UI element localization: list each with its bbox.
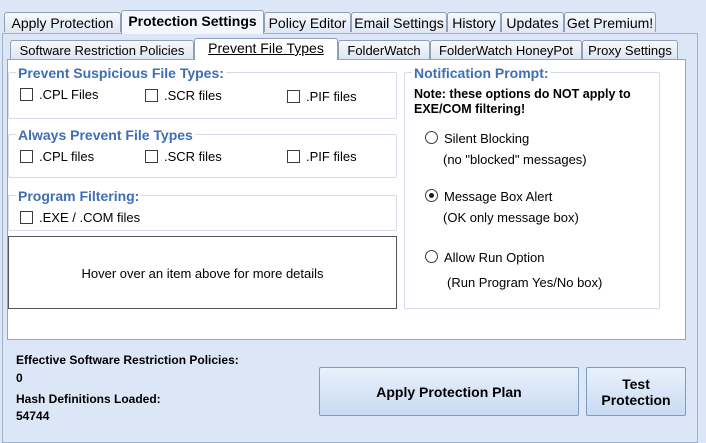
always-cpl-checkbox[interactable]: .CPL files <box>20 149 94 164</box>
silent-blocking-desc: (no "blocked" messages) <box>443 152 587 167</box>
checkbox-box[interactable] <box>20 211 33 224</box>
policies-value: 0 <box>16 371 23 385</box>
radio-label: Silent Blocking <box>444 131 530 146</box>
tab-apply-protection[interactable]: Apply Protection <box>4 12 121 32</box>
tab-prevent-file-types[interactable]: Prevent File Types <box>194 38 338 60</box>
radio-label: Allow Run Option <box>444 250 545 265</box>
tab-folderwatch-honeypot[interactable]: FolderWatch HoneyPot <box>430 40 582 59</box>
radio-circle[interactable] <box>425 250 438 263</box>
prevent-suspicious-title: Prevent Suspicious File Types: <box>16 65 226 81</box>
policies-label: Effective Software Restriction Policies: <box>16 353 239 367</box>
suspicious-cpl-checkbox[interactable]: .CPL Files <box>20 87 98 102</box>
always-pif-checkbox[interactable]: .PIF files <box>287 149 357 164</box>
checkbox-box[interactable] <box>20 88 33 101</box>
tab-history[interactable]: History <box>447 12 501 32</box>
tab-folderwatch[interactable]: FolderWatch <box>338 40 430 59</box>
hash-label: Hash Definitions Loaded: <box>16 392 161 406</box>
notification-note: Note: these options do NOT apply to EXE/… <box>414 87 631 116</box>
notification-prompt-title: Notification Prompt: <box>412 65 551 81</box>
tab-proxy-settings[interactable]: Proxy Settings <box>582 40 678 59</box>
exe-com-checkbox[interactable]: .EXE / .COM files <box>20 210 140 225</box>
radio-circle[interactable] <box>425 131 438 144</box>
checkbox-label: .EXE / .COM files <box>39 210 141 225</box>
tab-policy-editor[interactable]: Policy Editor <box>264 12 351 32</box>
apply-protection-plan-button[interactable]: Apply Protection Plan <box>319 367 579 416</box>
tab-get-premium[interactable]: Get Premium! <box>564 12 656 32</box>
silent-blocking-radio[interactable]: Silent Blocking <box>425 131 529 146</box>
radio-label: Message Box Alert <box>444 189 553 204</box>
program-filtering-title: Program Filtering: <box>16 188 142 204</box>
checkbox-label: .CPL Files <box>39 87 99 102</box>
radio-circle-selected[interactable] <box>425 189 438 202</box>
suspicious-scr-checkbox[interactable]: .SCR files <box>145 88 222 103</box>
checkbox-label: .PIF files <box>306 149 357 164</box>
message-box-alert-desc: (OK only message box) <box>443 210 579 225</box>
checkbox-box[interactable] <box>145 150 158 163</box>
hash-value: 54744 <box>16 409 50 423</box>
suspicious-pif-checkbox[interactable]: .PIF files <box>287 89 357 104</box>
tab-software-restriction-policies[interactable]: Software Restriction Policies <box>10 40 194 59</box>
checkbox-label: .SCR files <box>164 88 222 103</box>
checkbox-box[interactable] <box>20 150 33 163</box>
tab-updates[interactable]: Updates <box>501 12 564 32</box>
checkbox-box[interactable] <box>287 150 300 163</box>
allow-run-option-desc: (Run Program Yes/No box) <box>447 275 603 290</box>
checkbox-label: .PIF files <box>306 89 357 104</box>
checkbox-label: .CPL files <box>39 149 95 164</box>
always-prevent-title: Always Prevent File Types <box>16 127 195 143</box>
always-scr-checkbox[interactable]: .SCR files <box>145 149 222 164</box>
details-box: Hover over an item above for more detail… <box>8 236 397 309</box>
checkbox-label: .SCR files <box>164 149 222 164</box>
tab-protection-settings[interactable]: Protection Settings <box>121 10 264 34</box>
checkbox-box[interactable] <box>145 89 158 102</box>
allow-run-option-radio[interactable]: Allow Run Option <box>425 250 544 265</box>
message-box-alert-radio[interactable]: Message Box Alert <box>425 189 552 204</box>
test-protection-button[interactable]: Test Protection <box>586 367 686 416</box>
tab-email-settings[interactable]: Email Settings <box>351 12 447 32</box>
checkbox-box[interactable] <box>287 90 300 103</box>
